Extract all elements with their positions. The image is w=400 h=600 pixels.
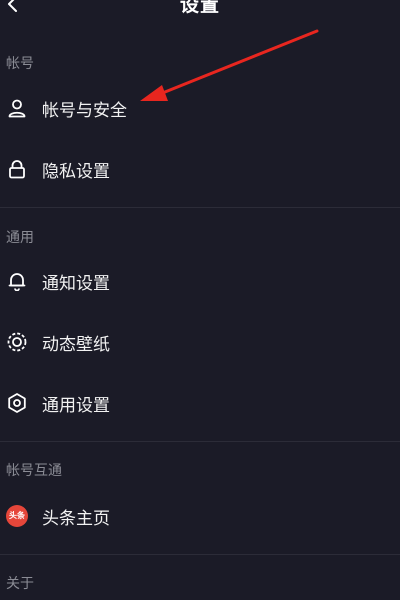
settings-item-privacy[interactable]: 隐私设置	[0, 146, 400, 192]
wallpaper-icon	[6, 331, 28, 353]
bell-icon	[6, 270, 28, 292]
user-icon	[6, 97, 28, 119]
settings-item-live-wallpaper[interactable]: 动态壁纸	[0, 319, 400, 365]
page-title: 设置	[179, 0, 220, 16]
section-divider	[0, 207, 400, 208]
settings-item-label: 隐私设置	[42, 161, 110, 182]
settings-item-label: 通用设置	[42, 395, 110, 416]
settings-item-label: 通知设置	[42, 273, 110, 294]
section-header-account: 帐号	[6, 56, 34, 72]
settings-item-label: 帐号与安全	[42, 100, 127, 121]
lock-icon	[6, 158, 28, 180]
settings-item-notifications[interactable]: 通知设置	[0, 258, 400, 304]
settings-item-toutiao-homepage[interactable]: 头条 头条主页	[0, 493, 400, 539]
settings-item-label: 动态壁纸	[42, 334, 110, 355]
toutiao-logo-icon: 头条	[6, 505, 28, 527]
toutiao-badge: 头条	[6, 505, 28, 527]
settings-item-general-settings[interactable]: 通用设置	[0, 380, 400, 426]
settings-item-label: 头条主页	[42, 508, 110, 529]
gear-icon	[6, 392, 28, 414]
section-header-account-linking: 帐号互通	[6, 463, 62, 479]
section-header-about: 关于	[6, 576, 34, 592]
settings-item-account-security[interactable]: 帐号与安全	[0, 85, 400, 131]
section-header-general: 通用	[6, 230, 34, 246]
section-divider	[0, 554, 400, 555]
top-bar: 设置	[0, 0, 400, 22]
section-divider	[0, 441, 400, 442]
